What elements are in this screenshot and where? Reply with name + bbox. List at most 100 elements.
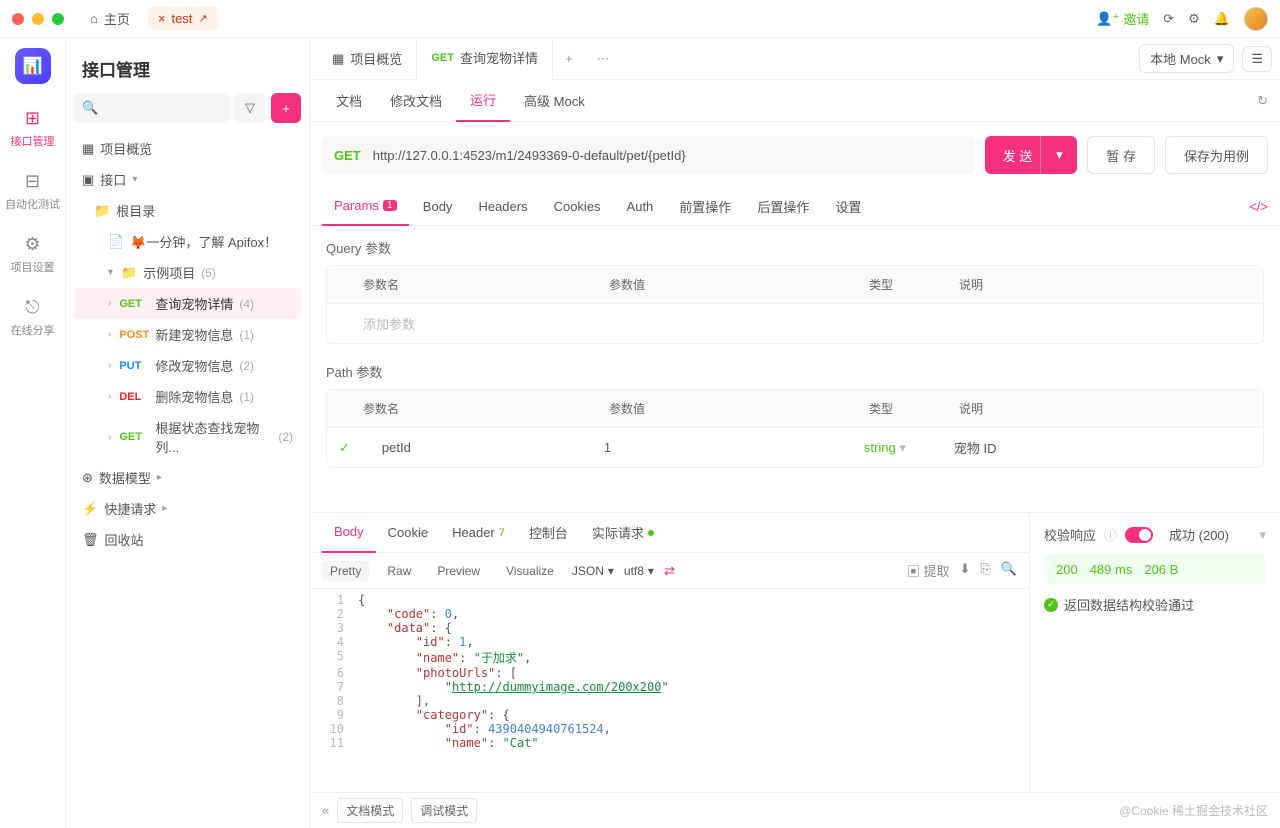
tab-add[interactable]: + — [553, 51, 585, 66]
response-right: 校验响应 ⓘ 成功 (200) ▾ 200 489 ms 206 B ✓ 返回数… — [1030, 513, 1280, 792]
subtab-doc[interactable]: 文档 — [322, 80, 376, 122]
format-select[interactable]: JSON▾ — [572, 564, 614, 578]
chevron-right-icon: › — [108, 391, 111, 402]
maximize-window[interactable] — [52, 13, 64, 25]
tab-overview[interactable]: ▦ 项目概览 — [318, 38, 417, 80]
download-icon[interactable]: ⬇ — [960, 561, 971, 580]
chevron-right-icon: ▸ — [162, 503, 167, 514]
path-param-row[interactable]: ✓ petId 1 string ▾ 宠物 ID — [327, 428, 1263, 467]
resp-tab-header[interactable]: Header 7 — [440, 513, 517, 553]
tab-current-api[interactable]: GET 查询宠物详情 — [417, 38, 553, 80]
refresh-icon[interactable]: ↻ — [1257, 93, 1268, 109]
send-dropdown[interactable]: ▾ — [1040, 136, 1077, 174]
url-input[interactable]: GET http://127.0.0.1:4523/m1/2493369-0-d… — [322, 136, 975, 174]
add-param-row[interactable]: 添加参数 — [327, 304, 1263, 343]
response-tabs: Body Cookie Header 7 控制台 实际请求 — [310, 513, 1029, 553]
rail-automation[interactable]: ⊟ 自动化测试 — [0, 163, 65, 220]
tree-endpoint-get-pet[interactable]: › GET 查询宠物详情 (4) — [74, 288, 301, 319]
tree-endpoint-post-pet[interactable]: › POST 新建宠物信息 (1) — [74, 319, 301, 350]
param-tab-params[interactable]: Params 1 — [322, 188, 409, 226]
subtab-run[interactable]: 运行 — [456, 80, 510, 122]
response-section: Body Cookie Header 7 控制台 实际请求 Pretty Raw — [310, 512, 1280, 792]
tree-endpoint-put-pet[interactable]: › PUT 修改宠物信息 (2) — [74, 350, 301, 381]
rail-share[interactable]: ⎋ 在线分享 — [0, 289, 65, 346]
param-tab-post[interactable]: 后置操作 — [745, 188, 821, 226]
response-code[interactable]: 1{2 "code": 0,3 "data": {4 "id": 1,5 "na… — [310, 589, 1029, 792]
tree-label: 示例项目 — [143, 263, 195, 282]
param-tab-pre[interactable]: 前置操作 — [667, 188, 743, 226]
param-tab-body[interactable]: Body — [411, 188, 465, 226]
home-tab[interactable]: ⌂ 主页 — [80, 5, 140, 32]
encoding-select[interactable]: utf8▾ — [624, 564, 654, 578]
invite-button[interactable]: 👤⁺ 邀请 — [1096, 9, 1149, 28]
minimize-window[interactable] — [32, 13, 44, 25]
tree-project-overview[interactable]: ▦ 项目概览 — [74, 133, 301, 164]
tab-more[interactable]: ⋯ — [585, 51, 622, 67]
tree-label: 🦊一分钟，了解 Apifox！ — [130, 232, 277, 251]
query-table: 参数名 参数值 类型 说明 添加参数 — [326, 265, 1264, 344]
param-tab-headers[interactable]: Headers — [466, 188, 539, 226]
chevron-right-icon: › — [108, 360, 111, 371]
tree-data-model[interactable]: ⊛ 数据模型 ▸ — [74, 462, 301, 493]
resp-tab-console[interactable]: 控制台 — [517, 513, 580, 553]
validate-switch[interactable] — [1125, 527, 1153, 543]
sync-icon[interactable]: ⟳ — [1163, 11, 1174, 27]
save-case-button[interactable]: 保存为用例 — [1165, 136, 1268, 174]
mode-visualize[interactable]: Visualize — [498, 561, 562, 581]
menu-button[interactable]: ☰ — [1242, 46, 1272, 72]
path-section-title: Path 参数 — [326, 362, 1264, 381]
param-tab-settings[interactable]: 设置 — [823, 188, 873, 226]
resp-tab-actual[interactable]: 实际请求 — [580, 513, 666, 553]
param-tab-auth[interactable]: Auth — [615, 188, 666, 226]
debug-mode-button[interactable]: 调试模式 — [411, 798, 477, 823]
mode-raw[interactable]: Raw — [379, 561, 419, 581]
extract-button[interactable]: ▣ 提取 — [907, 561, 950, 580]
status-pill: 200 489 ms 206 B — [1044, 554, 1266, 585]
settings-icon[interactable]: ⚙ — [1188, 11, 1200, 27]
bell-icon[interactable]: 🔔 — [1214, 11, 1230, 27]
search-input[interactable]: 🔍 — [74, 93, 229, 123]
tree-example-project[interactable]: ▾ 📁 示例项目 (5) — [74, 257, 301, 288]
mode-pretty[interactable]: Pretty — [322, 561, 369, 581]
code-icon[interactable]: </> — [1249, 199, 1268, 214]
api-icon: ⊞ — [25, 108, 40, 129]
environment-select[interactable]: 本地 Mock ▾ — [1139, 44, 1234, 73]
response-time: 489 ms — [1090, 562, 1133, 577]
filter-icon[interactable]: ⇄ — [664, 563, 675, 579]
tree-endpoint-del-pet[interactable]: › DEL 删除宠物信息 (1) — [74, 381, 301, 412]
chevron-down-icon: ▾ — [132, 174, 137, 185]
resp-tab-cookie[interactable]: Cookie — [376, 513, 440, 553]
app-logo[interactable]: 📊 — [15, 48, 51, 84]
subtab-edit[interactable]: 修改文档 — [376, 80, 456, 122]
save-temp-button[interactable]: 暂 存 — [1087, 136, 1155, 174]
rail-api-management[interactable]: ⊞ 接口管理 — [0, 100, 65, 157]
doc-mode-button[interactable]: 文档模式 — [337, 798, 403, 823]
filter-icon: ▽ — [245, 100, 255, 116]
info-icon[interactable]: ⓘ — [1104, 525, 1117, 544]
collapse-icon[interactable]: « — [322, 803, 329, 818]
tree-intro[interactable]: 📄 🦊一分钟，了解 Apifox！ — [74, 226, 301, 257]
close-window[interactable] — [12, 13, 24, 25]
tree-trash[interactable]: 🗑 回收站 — [74, 524, 301, 555]
filter-button[interactable]: ▽ — [235, 93, 265, 123]
tree-label: 数据模型 — [99, 468, 151, 487]
resp-tab-body[interactable]: Body — [322, 513, 376, 553]
rail-project-settings[interactable]: ⚙ 项目设置 — [0, 226, 65, 283]
tree-root-dir[interactable]: 📁 根目录 — [74, 195, 301, 226]
copy-icon[interactable]: ⎘ — [980, 561, 990, 580]
home-icon: ⌂ — [90, 11, 98, 26]
subtab-mock[interactable]: 高级 Mock — [510, 80, 599, 122]
avatar[interactable] — [1244, 7, 1268, 31]
param-tab-cookies[interactable]: Cookies — [542, 188, 613, 226]
tree-endpoint-find-by-status[interactable]: › GET 根据状态查找宠物列... (2) — [74, 412, 301, 462]
param-tabs: Params 1 Body Headers Cookies Auth 前置操作 … — [310, 188, 1280, 226]
tree-api-root[interactable]: ▣ 接口 ▾ — [74, 164, 301, 195]
search-icon[interactable]: 🔍 — [1001, 561, 1017, 580]
success-label: 成功 (200) — [1169, 525, 1229, 544]
project-tab[interactable]: × test ↗ — [148, 7, 218, 30]
chevron-down-icon[interactable]: ▾ — [1259, 527, 1266, 543]
tree-quick-request[interactable]: ⚡ 快捷请求 ▸ — [74, 493, 301, 524]
add-button[interactable]: + — [271, 93, 301, 123]
mode-preview[interactable]: Preview — [429, 561, 488, 581]
tab-close-icon[interactable]: × — [158, 11, 166, 26]
